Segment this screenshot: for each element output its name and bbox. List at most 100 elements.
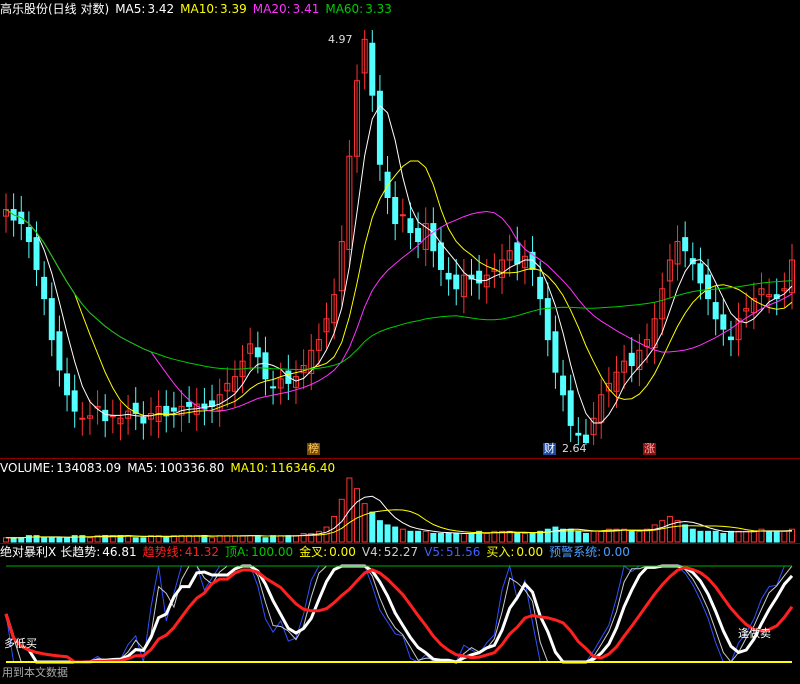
volume-bar xyxy=(407,530,414,543)
candle-body xyxy=(705,274,712,300)
candle-body xyxy=(109,415,116,418)
volume-bar xyxy=(361,503,368,543)
indicator-layer xyxy=(4,564,794,664)
volume-bar xyxy=(636,530,643,543)
volume-bar xyxy=(140,537,147,543)
volume-bar xyxy=(720,532,727,543)
volume-bar xyxy=(86,537,93,543)
volume-bar xyxy=(292,535,299,543)
volume-bar xyxy=(460,532,467,543)
candle-body xyxy=(437,242,444,270)
volume-bar xyxy=(56,537,63,543)
volume-bar xyxy=(483,532,490,543)
stock-chart: 4.97 2.64 xyxy=(3,30,795,664)
volume-bar xyxy=(682,524,689,543)
volume-layer xyxy=(3,477,795,543)
candle-body xyxy=(25,227,32,243)
volume-bar xyxy=(369,511,376,543)
candle-body xyxy=(64,373,71,396)
candle-body xyxy=(33,237,40,270)
volume-bar xyxy=(743,530,750,543)
candle-body xyxy=(79,417,86,420)
volume-bar xyxy=(659,520,666,543)
marker-cai[interactable]: 财 xyxy=(543,443,556,455)
volume-bar xyxy=(575,530,582,543)
volume-bar xyxy=(437,532,444,543)
volume-bar xyxy=(64,537,71,543)
volume-ma5-line xyxy=(6,495,793,539)
volume-bar xyxy=(727,530,734,543)
volume-bar xyxy=(10,537,17,543)
long-trend-line xyxy=(4,564,794,664)
volume-bar xyxy=(468,532,475,543)
ma5-line xyxy=(5,104,793,424)
candle-body xyxy=(712,302,719,320)
volume-bar xyxy=(392,526,399,543)
volume-bar xyxy=(529,532,536,543)
marker-zhang[interactable]: 涨 xyxy=(643,443,656,455)
volume-bar xyxy=(422,530,429,543)
candle-body xyxy=(170,407,177,412)
candle-body xyxy=(544,298,551,341)
volume-bar xyxy=(544,528,551,543)
candle-body xyxy=(56,331,63,371)
marker-bang[interactable]: 榜 xyxy=(307,443,320,455)
volume-bar xyxy=(445,532,452,543)
volume-bar xyxy=(48,537,55,543)
footer-text: 用到本文数据 xyxy=(2,666,68,679)
candle-body xyxy=(376,90,383,165)
volume-bar xyxy=(598,530,605,543)
volume-bar xyxy=(521,532,528,543)
volume-bar xyxy=(590,530,597,543)
candles-layer xyxy=(3,30,795,445)
volume-bar xyxy=(354,488,361,543)
volume-bar xyxy=(399,528,406,543)
candle-body xyxy=(575,432,582,436)
candle-body xyxy=(71,390,78,412)
high-price-label: 4.97 xyxy=(328,33,353,46)
volume-bar xyxy=(247,535,254,543)
volume-bar xyxy=(666,515,673,543)
volume-bar xyxy=(315,530,322,543)
volume-bar xyxy=(651,524,658,543)
volume-bar xyxy=(781,530,788,543)
candle-body xyxy=(453,274,460,290)
candle-body xyxy=(392,197,399,225)
candle-body xyxy=(270,386,277,389)
candle-body xyxy=(254,347,261,358)
volume-bar xyxy=(712,530,719,543)
volume-bar xyxy=(384,524,391,543)
candle-body xyxy=(399,214,406,217)
volume-bar xyxy=(552,526,559,543)
candle-body xyxy=(537,276,544,300)
volume-bar xyxy=(766,530,773,543)
candle-body xyxy=(41,276,48,300)
volume-bar xyxy=(773,530,780,543)
volume-bar xyxy=(376,520,383,543)
volume-bar xyxy=(735,530,742,543)
candle-body xyxy=(102,409,109,422)
volume-bar xyxy=(18,537,25,543)
volume-bar xyxy=(254,535,261,543)
candle-body xyxy=(682,237,689,252)
volume-bar xyxy=(231,535,238,543)
volume-bar xyxy=(216,535,223,543)
candle-body xyxy=(430,223,437,252)
volume-bar xyxy=(582,532,589,543)
candle-body xyxy=(407,218,414,233)
candle-body xyxy=(697,263,704,284)
candle-body xyxy=(567,390,574,426)
candle-body xyxy=(560,375,567,396)
volume-bar xyxy=(132,537,139,543)
volume-bar xyxy=(224,535,231,543)
volume-bar xyxy=(415,530,422,543)
volume-bar xyxy=(3,537,9,543)
candle-body xyxy=(727,336,734,341)
v5-line xyxy=(5,564,792,663)
candle-body xyxy=(369,42,376,96)
volume-bar xyxy=(163,537,170,543)
volume-bar xyxy=(209,537,216,543)
ma20-line xyxy=(5,209,793,412)
candle-body xyxy=(514,242,521,265)
candle-body xyxy=(140,416,147,424)
